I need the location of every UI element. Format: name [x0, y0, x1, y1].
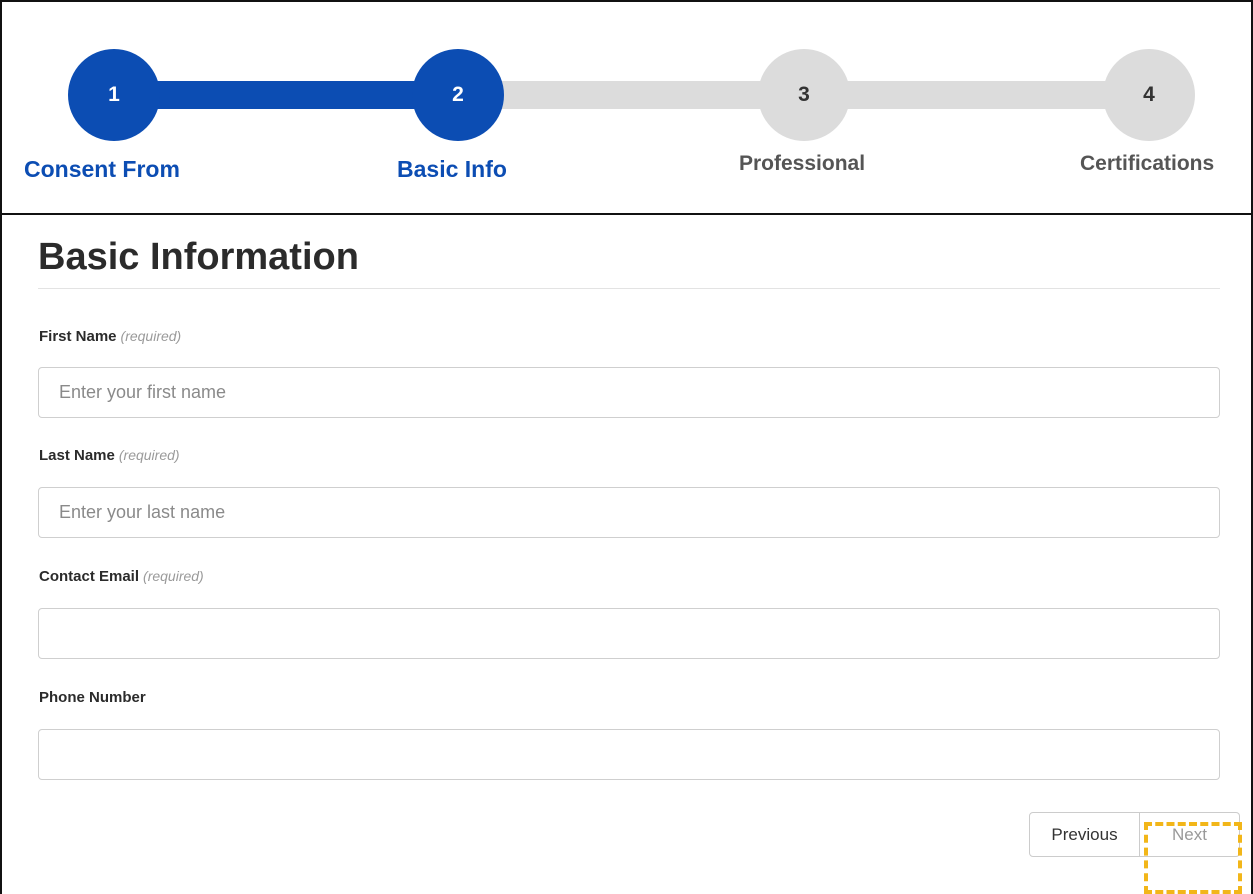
required-note: (required)	[118, 447, 180, 463]
page-title: Basic Information	[38, 236, 359, 278]
stepper-track-completed	[113, 81, 458, 109]
contact-email-label: Contact Email (required)	[39, 568, 204, 585]
step-3-label[interactable]: Professional	[739, 152, 865, 176]
first-name-label: First Name (required)	[39, 328, 181, 345]
step-1-number: 1	[108, 83, 120, 106]
step-4-number: 4	[1143, 83, 1155, 106]
title-divider	[38, 288, 1220, 289]
step-3-number: 3	[798, 83, 810, 106]
step-3-circle[interactable]: 3	[758, 49, 850, 141]
first-name-input[interactable]	[38, 367, 1220, 418]
required-note: (required)	[143, 568, 204, 584]
phone-number-input[interactable]	[38, 729, 1220, 780]
phone-number-label-text: Phone Number	[39, 689, 146, 706]
step-1-circle[interactable]: 1	[68, 49, 160, 141]
previous-button[interactable]: Previous	[1029, 812, 1140, 857]
required-note: (required)	[120, 328, 182, 344]
contact-email-label-text: Contact Email	[39, 568, 140, 585]
step-2-circle[interactable]: 2	[412, 49, 504, 141]
first-name-label-text: First Name	[39, 328, 117, 345]
step-2-number: 2	[452, 83, 464, 106]
next-button[interactable]: Next	[1140, 812, 1240, 857]
progress-stepper: 1 2 3 4 Consent From Basic Info Professi…	[0, 0, 1253, 215]
phone-number-label: Phone Number	[39, 689, 146, 706]
step-4-label[interactable]: Certifications	[1080, 152, 1214, 176]
step-1-label[interactable]: Consent From	[24, 156, 180, 183]
contact-email-input[interactable]	[38, 608, 1220, 659]
last-name-input[interactable]	[38, 487, 1220, 538]
last-name-label-text: Last Name	[39, 447, 115, 464]
step-4-circle[interactable]: 4	[1103, 49, 1195, 141]
last-name-label: Last Name (required)	[39, 447, 180, 464]
step-2-label[interactable]: Basic Info	[397, 156, 507, 183]
